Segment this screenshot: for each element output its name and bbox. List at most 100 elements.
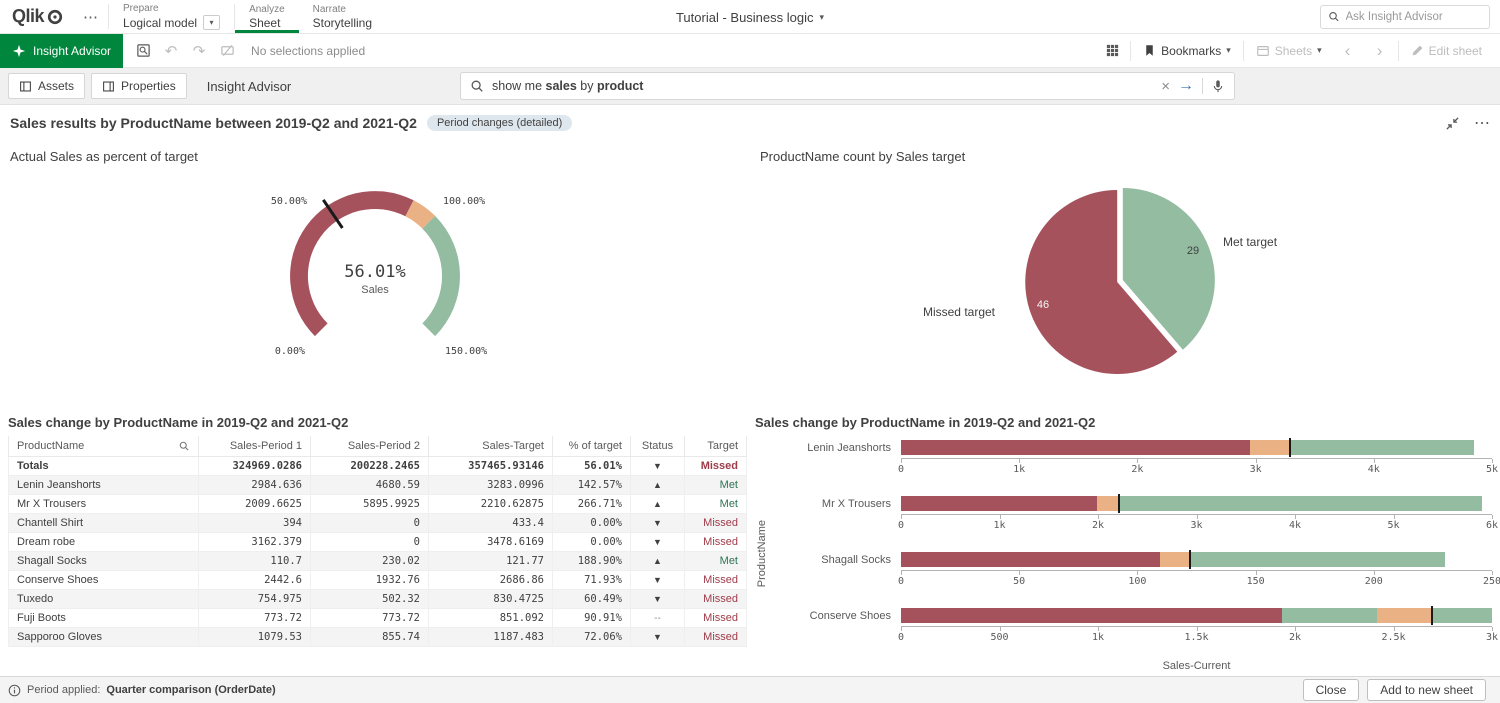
insight-query-input[interactable]: show me sales by product × → xyxy=(460,72,1235,100)
table-cell: Met xyxy=(685,552,747,571)
column-header[interactable]: Sales-Period 1 xyxy=(199,436,311,457)
table-row[interactable]: Tuxedo754.975502.32830.472560.49%▼Missed xyxy=(9,590,747,609)
pie-value-missed: 46 xyxy=(1037,299,1049,311)
table-cell: ▼ xyxy=(631,514,685,533)
step-back-button[interactable]: ↶ xyxy=(157,37,185,65)
ask-insight-advisor-box[interactable] xyxy=(1320,5,1490,29)
table-cell: 3478.6169 xyxy=(429,533,553,552)
column-header[interactable]: Sales-Target xyxy=(429,436,553,457)
table-cell: Missed xyxy=(685,533,747,552)
edit-sheet-button[interactable]: Edit sheet xyxy=(1403,44,1490,58)
nav-analyze-item: Sheet xyxy=(249,16,285,30)
axis-tick-label: 1.5k xyxy=(1184,632,1208,643)
table-row[interactable]: Dream robe3162.37903478.61690.00%▼Missed xyxy=(9,533,747,552)
chevron-down-icon: ▾ xyxy=(1226,45,1231,56)
clear-query-button[interactable]: × xyxy=(1161,79,1170,94)
table-row[interactable]: Lenin Jeanshorts2984.6364680.593283.0996… xyxy=(9,476,747,495)
nav-narrate-label: Narrate xyxy=(313,4,372,16)
close-button[interactable]: Close xyxy=(1303,679,1360,701)
bullet-target-marker xyxy=(1431,606,1433,625)
bookmarks-button[interactable]: Bookmarks ▾ xyxy=(1135,44,1239,58)
column-header[interactable]: Target xyxy=(685,436,747,457)
table-row[interactable]: Sapporoo Gloves1079.53855.741187.48372.0… xyxy=(9,628,747,647)
table-row[interactable]: Fuji Boots773.72773.72851.09290.91%--Mis… xyxy=(9,609,747,628)
sales-table-body: Totals324969.0286200228.2465357465.93146… xyxy=(9,457,747,647)
table-cell: 502.32 xyxy=(311,590,429,609)
table-cell: ▼ xyxy=(631,533,685,552)
sheets-button[interactable]: Sheets ▾ xyxy=(1248,44,1330,58)
bullet-bar[interactable] xyxy=(901,608,1492,623)
table-cell: 110.7 xyxy=(199,552,311,571)
table-cell: Totals xyxy=(9,457,199,476)
charts-row: Actual Sales as percent of target 0.00% … xyxy=(0,135,1500,411)
insight-advisor-panel-title: Insight Advisor xyxy=(207,79,292,94)
table-totals-row[interactable]: Totals324969.0286200228.2465357465.93146… xyxy=(9,457,747,476)
selections-tool-button[interactable] xyxy=(129,37,157,65)
axis-tick-label: 1k xyxy=(1013,464,1025,475)
table-row[interactable]: Mr X Trousers2009.66255895.99252210.6287… xyxy=(9,495,747,514)
ask-insight-advisor-input[interactable] xyxy=(1346,11,1482,23)
table-cell: 230.02 xyxy=(311,552,429,571)
divider xyxy=(1130,41,1131,61)
nav-narrate[interactable]: Narrate Storytelling xyxy=(299,0,386,33)
axis-tick-label: 6k xyxy=(1486,520,1498,531)
table-cell: Missed xyxy=(685,628,747,647)
step-forward-button[interactable]: ↷ xyxy=(185,37,213,65)
clear-selections-button[interactable] xyxy=(213,37,241,65)
bullet-bar[interactable] xyxy=(901,496,1492,511)
submit-query-button[interactable]: → xyxy=(1178,78,1194,94)
insight-advisor-button-label: Insight Advisor xyxy=(33,44,111,58)
search-icon xyxy=(470,79,484,93)
collapse-icon[interactable] xyxy=(1445,116,1460,131)
axis-tick-label: 0 xyxy=(898,576,904,587)
nav-prepare[interactable]: Prepare Logical model ▾ xyxy=(109,0,234,33)
sheets-label: Sheets xyxy=(1275,44,1312,58)
table-row[interactable]: Conserve Shoes2442.61932.762686.8671.93%… xyxy=(9,571,747,590)
column-header[interactable]: ProductName xyxy=(9,436,199,457)
axis-tick-label: 500 xyxy=(990,632,1008,643)
app-title-selector[interactable]: Tutorial - Business logic ▾ xyxy=(676,0,824,34)
table-cell: 0.00% xyxy=(553,533,631,552)
bullet-segment-orange xyxy=(1250,440,1289,455)
table-cell: Missed xyxy=(685,457,747,476)
bookmarks-label: Bookmarks xyxy=(1161,44,1221,58)
axis-tick-label: 2k xyxy=(1289,632,1301,643)
logical-model-dropdown-button[interactable]: ▾ xyxy=(203,15,220,30)
table-cell: Missed xyxy=(685,514,747,533)
axis-tick-label: 3k xyxy=(1250,464,1262,475)
bullet-bar[interactable] xyxy=(901,440,1492,455)
column-header[interactable]: Sales-Period 2 xyxy=(311,436,429,457)
table-cell: 266.71% xyxy=(553,495,631,514)
edit-sheet-label: Edit sheet xyxy=(1429,44,1482,58)
global-menu-button[interactable]: ⋯ xyxy=(73,0,108,33)
results-more-menu[interactable]: ⋯ xyxy=(1474,113,1490,133)
grid-view-button[interactable] xyxy=(1098,37,1126,65)
previous-sheet-button[interactable]: ‹ xyxy=(1334,37,1362,65)
axis-tick-label: 4k xyxy=(1289,520,1301,531)
axis-tick-label: 1k xyxy=(1092,632,1104,643)
add-to-new-sheet-button[interactable]: Add to new sheet xyxy=(1367,679,1486,701)
bullet-row: Lenin Jeanshorts01k2k3k4k5k xyxy=(769,436,1492,492)
bullet-axis: 050100150200250 xyxy=(901,570,1492,592)
insight-advisor-button[interactable]: Insight Advisor xyxy=(0,34,123,68)
column-header[interactable]: % of target xyxy=(553,436,631,457)
column-header[interactable]: Status xyxy=(631,436,685,457)
bullet-rows: Lenin Jeanshorts01k2k3k4k5kMr X Trousers… xyxy=(769,436,1492,660)
pie-value-met: 29 xyxy=(1187,245,1199,257)
table-cell: 394 xyxy=(199,514,311,533)
axis-tick-label: 3k xyxy=(1190,520,1202,531)
bullet-row: Conserve Shoes05001k1.5k2k2.5k3k xyxy=(769,604,1492,660)
axis-tick-label: 250 xyxy=(1483,576,1500,587)
next-sheet-button[interactable]: › xyxy=(1366,37,1394,65)
table-row[interactable]: Shagall Socks110.7230.02121.77188.90%▲Me… xyxy=(9,552,747,571)
nav-analyze[interactable]: Analyze Sheet xyxy=(235,0,299,33)
nav-prepare-label: Prepare xyxy=(123,3,220,15)
table-row[interactable]: Chantell Shirt3940433.40.00%▼Missed xyxy=(9,514,747,533)
microphone-icon[interactable] xyxy=(1211,79,1225,93)
properties-button[interactable]: Properties xyxy=(91,73,187,99)
assets-button[interactable]: Assets xyxy=(8,73,85,99)
divider xyxy=(1202,78,1203,94)
bullet-bar[interactable] xyxy=(901,552,1492,567)
axis-tick-label: 5k xyxy=(1387,520,1399,531)
table-cell: ▼ xyxy=(631,590,685,609)
